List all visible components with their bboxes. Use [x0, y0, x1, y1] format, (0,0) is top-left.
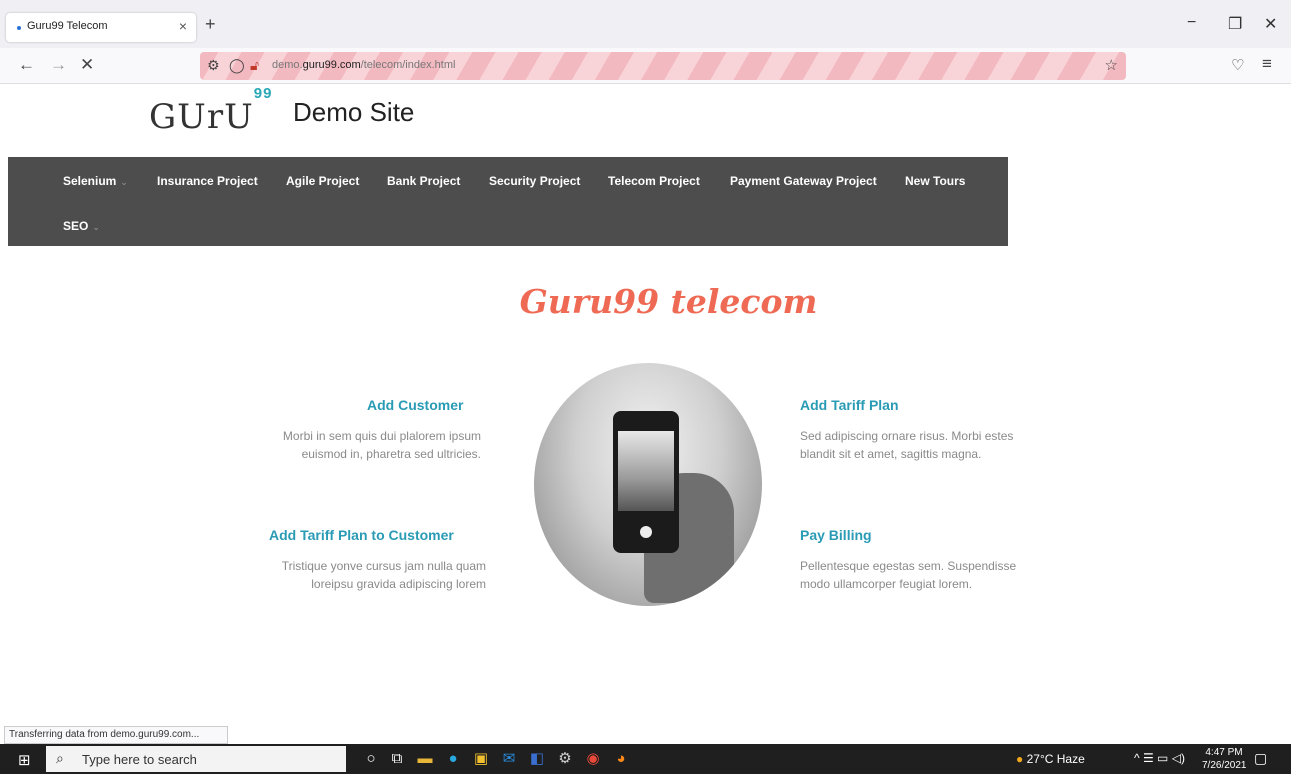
tab-title: Guru99 Telecom — [27, 20, 108, 32]
chevron-down-icon: ⌄ — [92, 222, 100, 232]
url-bar[interactable]: ⚙ ◯ 🔓︎ demo.guru99.com/telecom/index.htm… — [200, 52, 1126, 80]
task-view-icon[interactable]: ⧉ — [386, 748, 408, 770]
url-text[interactable]: demo.guru99.com/telecom/index.html — [272, 59, 455, 71]
nav-item-bank-project[interactable]: Bank Project — [387, 174, 460, 188]
browser-tab[interactable]: Guru99 Telecom × — [6, 13, 196, 42]
nav-item-seo[interactable]: SEO ⌄ — [63, 219, 100, 233]
new-tab-button[interactable]: + — [205, 14, 216, 35]
minimize-icon[interactable]: − — [1187, 14, 1196, 32]
cortana-icon[interactable]: ○ — [360, 748, 382, 770]
phone-in-hand-image — [534, 363, 762, 606]
browser-toolbar: ← → ✕ ⚙ ◯ 🔓︎ demo.guru99.com/telecom/ind… — [0, 48, 1291, 84]
add-tariff-plan-link[interactable]: Add Tariff Plan — [800, 397, 899, 413]
nav-item-security-project[interactable]: Security Project — [489, 174, 580, 188]
browser-status-bar: Transferring data from demo.guru99.com..… — [4, 726, 228, 744]
nav-item-agile-project[interactable]: Agile Project — [286, 174, 359, 188]
add-tariff-plan-to-customer-link[interactable]: Add Tariff Plan to Customer — [269, 527, 454, 543]
tab-close-icon[interactable]: × — [179, 18, 187, 34]
sun-icon: ● — [1016, 752, 1024, 766]
firefox-icon[interactable]: ◕ — [610, 748, 632, 770]
pay-billing-link[interactable]: Pay Billing — [800, 527, 872, 543]
phone-screen — [618, 431, 674, 511]
file-explorer-icon[interactable]: ▬ — [414, 748, 436, 770]
close-window-icon[interactable]: ✕ — [1264, 14, 1277, 34]
bookmark-star-icon[interactable]: ☆ — [1105, 56, 1118, 74]
add-tariff-plan-description: Sed adipiscing ornare risus. Morbi estes… — [800, 429, 1014, 461]
loading-indicator-icon — [17, 26, 21, 30]
search-icon: ⌕ — [56, 750, 64, 766]
forward-icon[interactable]: → — [50, 55, 67, 75]
nav-item-new-tours[interactable]: New Tours — [905, 174, 965, 188]
pay-billing-description: Pellentesque egestas sem. Suspendisse mo… — [800, 559, 1017, 591]
insecure-lock-icon[interactable]: 🔓︎ — [250, 57, 259, 74]
taskbar-clock[interactable]: 4:47 PM 7/26/2021 — [1202, 746, 1247, 772]
app-icon[interactable]: ◧ — [526, 748, 548, 770]
taskbar-search-input[interactable]: ⌕ Type here to search — [46, 746, 346, 772]
store-icon[interactable]: ▣ — [470, 748, 492, 770]
camera-shutter-icon — [640, 526, 652, 538]
chevron-down-icon: ⌄ — [120, 177, 128, 187]
system-tray-icons[interactable]: ^ ☰ ▭ ◁) — [1134, 751, 1185, 765]
edge-browser-icon[interactable]: ● — [442, 748, 464, 770]
shield-icon[interactable]: ◯ — [229, 57, 245, 74]
settings-gear-icon[interactable]: ⚙ — [554, 748, 576, 770]
mail-icon[interactable]: ✉ — [498, 748, 520, 770]
restore-icon[interactable]: ❐ — [1228, 14, 1242, 34]
pocket-icon[interactable]: ♡ — [1231, 56, 1244, 74]
add-customer-description: Morbi in sem quis dui plalorem ipsum eui… — [282, 429, 481, 461]
page-title: Guru99 telecom — [519, 282, 818, 321]
stop-loading-icon[interactable]: ✕ — [80, 55, 94, 75]
site-name: Demo Site — [293, 97, 415, 127]
windows-start-icon[interactable]: ⊞ — [18, 751, 31, 769]
smartphone-shape — [613, 411, 679, 553]
browser-tab-bar: Guru99 Telecom × + − ❐ ✕ — [0, 0, 1291, 48]
windows-taskbar: ⊞ ⌕ Type here to search ○ ⧉ ▬ ● ▣ ✉ ◧ ⚙ … — [0, 744, 1291, 774]
add-customer-link[interactable]: Add Customer — [367, 397, 463, 413]
guru99-logo[interactable]: GUrU99 — [149, 85, 272, 137]
hamburger-menu-icon[interactable]: ≡ — [1262, 54, 1272, 74]
back-icon[interactable]: ← — [18, 55, 35, 75]
nav-item-selenium[interactable]: Selenium ⌄ — [63, 174, 128, 188]
main-nav: Selenium ⌄ Insurance Project Agile Projec… — [8, 157, 1008, 246]
chrome-icon[interactable]: ◉ — [582, 748, 604, 770]
weather-widget[interactable]: ● 27°C Haze — [1016, 752, 1085, 766]
add-tariff-plan-to-customer-description: Tristique yonve cursus jam nulla quam lo… — [281, 559, 486, 591]
nav-item-insurance-project[interactable]: Insurance Project — [157, 174, 258, 188]
nav-item-telecom-project[interactable]: Telecom Project — [608, 174, 700, 188]
nav-item-payment-gateway-project[interactable]: Payment Gateway Project — [730, 174, 877, 188]
notification-icon[interactable]: ▢ — [1254, 750, 1267, 767]
robot-icon: ⚙ — [207, 57, 220, 73]
